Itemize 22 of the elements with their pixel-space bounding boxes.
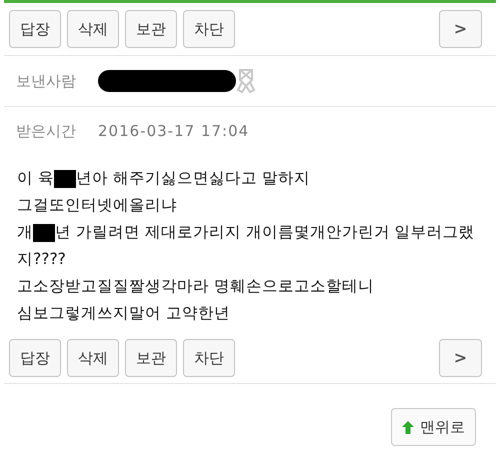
message-text: 년 가릴려면 제대로가리지 개이름몇개안가린거 일부러그랬 [55, 222, 475, 243]
scroll-top-button[interactable]: 맨위로 [391, 408, 476, 446]
message-text: 년아 해주기싫으면싫다고 말하지 [76, 168, 310, 189]
action-button[interactable]: 보관 [125, 339, 177, 377]
action-button[interactable]: 삭제 [67, 10, 119, 48]
message-text: 심보그렇게쓰지말어 고약한년 [17, 302, 230, 324]
received-time: 2016-03-17 17:04 [98, 120, 250, 142]
action-button[interactable]: 차단 [183, 339, 235, 377]
action-button[interactable]: 답장 [9, 10, 61, 48]
next-button[interactable]: > [439, 339, 482, 377]
action-button[interactable]: 삭제 [67, 339, 119, 377]
message-text: 이 육 [17, 168, 54, 189]
sender-label: 보낸사람 [16, 70, 76, 92]
received-label: 받은시간 [16, 120, 76, 142]
message-text: 고소장받고질질짤생각마라 명훼손으로고소할테니 [17, 276, 374, 297]
message-text: 지???? [17, 248, 66, 270]
action-button[interactable]: 답장 [9, 339, 61, 377]
action-button[interactable]: 보관 [125, 10, 177, 48]
next-button[interactable]: > [439, 10, 482, 48]
message-text: 그걸또인터넷에올리냐 [17, 194, 177, 216]
message-text: 개 [17, 222, 33, 243]
action-button[interactable]: 차단 [183, 10, 235, 48]
